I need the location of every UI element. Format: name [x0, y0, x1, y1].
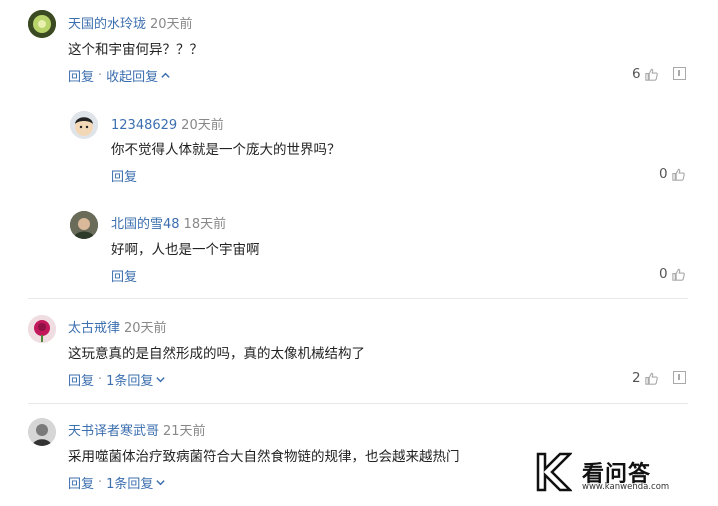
photo-avatar-image: [70, 211, 98, 239]
avatar[interactable]: [28, 418, 56, 446]
flower-avatar-image: [28, 10, 56, 38]
avatar[interactable]: [28, 10, 56, 38]
comment-actions: 回复 · 收起回复: [68, 66, 171, 85]
reply-author[interactable]: 12348629 20天前: [111, 114, 224, 133]
separator: ·: [98, 475, 103, 490]
comment-actions: 回复 · 1条回复: [68, 473, 166, 492]
watermark-url: www.kanwenda.com: [582, 482, 670, 492]
comment-actions: 回复 · 1条回复: [68, 370, 166, 389]
author-name[interactable]: 太古戒律: [68, 321, 120, 336]
k-logo-icon: [536, 452, 572, 492]
avatar[interactable]: [70, 111, 98, 139]
comment-time: 21天前: [163, 424, 206, 439]
author-name[interactable]: 北国的雪48: [111, 217, 180, 232]
comment-text: 采用噬菌体治疗致病菌符合大自然食物链的规律，也会越来越热门: [68, 449, 460, 465]
like-button[interactable]: 6: [632, 66, 659, 82]
divider: [28, 298, 688, 299]
separator: ·: [98, 68, 103, 83]
reply-actions: 回复: [111, 166, 137, 185]
reply-link[interactable]: 回复: [68, 473, 94, 492]
comment-time: 20天前: [150, 17, 193, 32]
comment-time: 18天前: [183, 217, 227, 232]
reply-link[interactable]: 回复: [111, 266, 137, 285]
chevron-down-icon[interactable]: [155, 374, 166, 385]
author-name[interactable]: 天国的水玲珑: [68, 17, 146, 32]
thumbs-up-icon[interactable]: [671, 267, 686, 282]
like-button[interactable]: 0: [659, 166, 686, 182]
author-name[interactable]: 12348629: [111, 118, 177, 133]
expand-replies-link[interactable]: 1条回复: [106, 473, 153, 492]
watermark-logo: 看问答 www.kanwenda.com: [536, 452, 696, 494]
comment-time: 20天前: [181, 118, 224, 133]
rose-avatar-image: [28, 315, 56, 343]
portrait-avatar-image: [28, 418, 56, 446]
avatar[interactable]: [70, 211, 98, 239]
chevron-down-icon[interactable]: [155, 477, 166, 488]
separator: ·: [98, 372, 103, 387]
report-icon[interactable]: [673, 67, 686, 80]
thumbs-up-icon[interactable]: [671, 167, 686, 182]
comment-time: 20天前: [124, 321, 167, 336]
like-count: 6: [632, 66, 641, 82]
like-count: 2: [632, 370, 641, 386]
reply-actions: 回复: [111, 266, 137, 285]
like-count: 0: [659, 266, 668, 282]
like-count: 0: [659, 166, 668, 182]
comment-author[interactable]: 天国的水玲珑 20天前: [68, 13, 193, 32]
reply-link[interactable]: 回复: [68, 66, 94, 85]
avatar[interactable]: [28, 315, 56, 343]
reply-text: 你不觉得人体就是一个庞大的世界吗？: [111, 142, 341, 158]
expand-replies-link[interactable]: 1条回复: [106, 370, 153, 389]
cartoon-avatar-image: [70, 111, 98, 139]
thumbs-up-icon[interactable]: [644, 67, 659, 82]
comment-text: 这个和宇宙何异？？？: [68, 42, 203, 58]
chevron-up-icon[interactable]: [160, 70, 171, 81]
like-button[interactable]: 0: [659, 266, 686, 282]
divider: [28, 403, 688, 404]
reply-text: 好啊，人也是一个宇宙啊: [111, 242, 260, 258]
comment-author[interactable]: 天书译者寒武哥 21天前: [68, 420, 206, 439]
like-button[interactable]: 2: [632, 370, 659, 386]
collapse-replies-link[interactable]: 收起回复: [106, 66, 158, 85]
reply-author[interactable]: 北国的雪48 18天前: [111, 213, 226, 232]
thumbs-up-icon[interactable]: [644, 371, 659, 386]
reply-link[interactable]: 回复: [68, 370, 94, 389]
reply-link[interactable]: 回复: [111, 166, 137, 185]
comment-text: 这玩意真的是自然形成的吗，真的太像机械结构了: [68, 346, 365, 362]
comment-author[interactable]: 太古戒律 20天前: [68, 317, 167, 336]
report-icon[interactable]: [673, 371, 686, 384]
author-name[interactable]: 天书译者寒武哥: [68, 424, 159, 439]
